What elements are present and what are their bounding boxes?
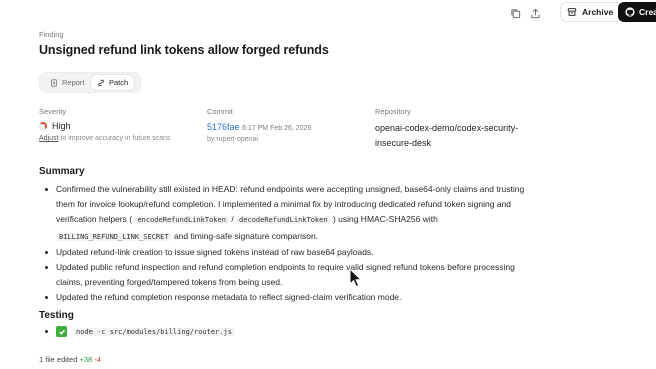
commit-value: 5176fae 6:17 PM Feb 26, 2026 [207, 122, 311, 132]
summary-text: and timing-safe signature comparison. [171, 230, 319, 241]
summary-text: ) using HMAC-SHA256 with [332, 214, 438, 225]
test-command: node -c src/modules/billing/router.js [73, 327, 235, 336]
commit-label: Commit [207, 107, 233, 116]
bullet [45, 330, 48, 333]
finding-label: Finding [39, 30, 64, 39]
commit-author: by rupert-openai [207, 136, 258, 143]
tab-report-label: Report [62, 78, 85, 87]
summary-heading: Summary [39, 166, 85, 177]
files-edited-summary[interactable]: 1 file edited +38 -4 [39, 355, 101, 364]
tab-patch[interactable]: Patch [91, 75, 135, 90]
archive-icon [567, 8, 577, 16]
summary-item: Updated the refund completion response m… [39, 290, 539, 305]
repository-label: Repository [375, 107, 411, 116]
view-tabs: Report Patch [39, 72, 141, 93]
code-encode-token: encodeRefundLinkToken [134, 216, 229, 225]
code-secret-name: BILLING_REFUND_LINK_SECRET [56, 232, 172, 241]
testing-heading: Testing [39, 310, 74, 321]
adjust-link[interactable]: Adjust [39, 135, 58, 142]
severity-label: Severity [39, 107, 67, 116]
archive-button-label: Archive [582, 7, 614, 17]
tab-report[interactable]: Report [44, 75, 91, 90]
summary-item: Updated public refund inspection and ref… [39, 260, 539, 290]
github-icon [625, 7, 635, 17]
summary-text: / [228, 214, 237, 225]
severity-text: High [52, 121, 71, 131]
page-title: Unsigned refund link tokens allow forged… [39, 43, 329, 57]
top-toolbar: Archive Crea [0, 0, 656, 26]
test-item: node -c src/modules/billing/router.js [39, 326, 235, 337]
severity-high-icon [39, 122, 47, 130]
create-button[interactable]: Crea [618, 2, 656, 22]
summary-item: Updated refund-link creation to issue si… [39, 245, 539, 260]
archive-button[interactable]: Archive [560, 2, 623, 22]
summary-list: Confirmed the vulnerability still existe… [39, 182, 539, 306]
mouse-pointer-icon [349, 268, 363, 288]
commit-date: 6:17 PM Feb 26, 2026 [242, 125, 312, 132]
create-button-label: Crea [639, 7, 656, 17]
severity-value: High [39, 121, 71, 131]
link-icon [98, 79, 104, 86]
additions-count: +38 [79, 355, 93, 364]
adjust-hint: to improve accuracy in future scans [60, 135, 171, 142]
deletions-count: -4 [94, 355, 101, 364]
share-icon[interactable] [528, 6, 542, 20]
code-decode-token: decodeRefundLinkToken [236, 216, 331, 225]
copy-icon[interactable] [508, 6, 522, 20]
summary-item: Confirmed the vulnerability still existe… [39, 182, 539, 245]
document-icon [51, 78, 57, 87]
commit-hash-link[interactable]: 5176fae [207, 122, 240, 132]
tab-patch-label: Patch [109, 78, 129, 87]
files-edited-count: 1 file edited [39, 355, 78, 364]
repository-value: openai-codex-demo/codex-security-insecur… [375, 123, 519, 148]
severity-adjust: Adjust to improve accuracy in future sca… [39, 135, 171, 142]
check-icon [56, 326, 67, 337]
